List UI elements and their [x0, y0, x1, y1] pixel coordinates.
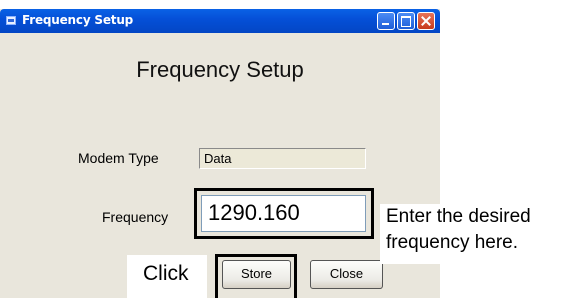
page-heading: Frequency Setup [136, 57, 304, 82]
click-annotation: Click [143, 262, 189, 285]
frequency-input[interactable]: 1290.160 [201, 195, 366, 232]
close-window-button[interactable] [417, 12, 435, 30]
close-button[interactable]: Close [310, 260, 383, 289]
modem-type-field: Data [199, 148, 366, 169]
callout-line-2: frequency here. [386, 232, 519, 253]
maximize-button[interactable] [397, 12, 415, 30]
callout-line-1: Enter the desired [386, 206, 531, 227]
frequency-label: Frequency [102, 209, 169, 225]
callout-annotation: Enter the desired frequency here. [386, 204, 531, 256]
modem-type-label: Modem Type [78, 150, 159, 166]
window-title: Frequency Setup [22, 13, 134, 27]
minimize-button[interactable] [377, 12, 395, 30]
store-button[interactable]: Store [222, 260, 291, 289]
title-bar[interactable]: Frequency Setup [0, 9, 440, 33]
app-icon [6, 16, 16, 25]
